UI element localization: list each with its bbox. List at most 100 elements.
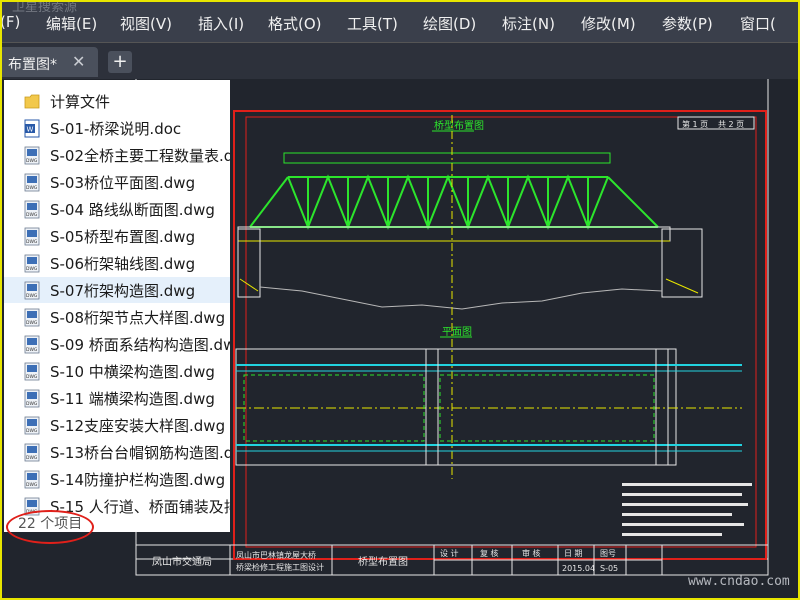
document-tab-bar: 布置图* ✕ + bbox=[2, 43, 798, 79]
file-name: S-01-桥梁说明.doc bbox=[50, 120, 182, 138]
titleblock-header-design: 设 计 bbox=[440, 548, 459, 558]
file-name: S-12支座安装大样图.dwg bbox=[50, 417, 226, 435]
menu-window[interactable]: 窗口( bbox=[740, 13, 776, 34]
svg-text:DWG: DWG bbox=[26, 293, 38, 299]
titleblock-number: S-05 bbox=[600, 564, 618, 573]
svg-text:DWG: DWG bbox=[26, 482, 38, 488]
plan-view bbox=[235, 348, 742, 466]
file-list-item[interactable]: DWG S-07桁架构造图.dwg bbox=[4, 277, 230, 303]
svg-text:DWG: DWG bbox=[26, 239, 38, 245]
file-list-item[interactable]: DWG S-12支座安装大样图.dwg bbox=[4, 412, 230, 438]
svg-text:DWG: DWG bbox=[26, 428, 38, 434]
folder-icon bbox=[24, 92, 40, 111]
file-name: S-06桁架轴线图.dwg bbox=[50, 255, 196, 273]
file-name: 计算文件 bbox=[50, 93, 111, 111]
deck bbox=[237, 226, 671, 242]
file-list-item[interactable]: DWG S-14防撞护栏构造图.dwg bbox=[4, 466, 230, 492]
file-name: S-09 桥面系结构构造图.dwg bbox=[50, 336, 230, 354]
file-list-panel: 计算文件 W S-01-桥梁说明.doc DWG S-02全桥主要工程数量表.d DWG S… bbox=[4, 80, 230, 532]
file-list-item[interactable]: DWG S-10 中横梁构造图.dwg bbox=[4, 358, 230, 384]
tab-drawing[interactable]: 布置图* ✕ bbox=[2, 47, 98, 77]
ground-line bbox=[259, 286, 663, 310]
close-icon[interactable]: ✕ bbox=[72, 52, 85, 71]
file-list-item[interactable]: DWG S-09 桥面系结构构造图.dwg bbox=[4, 331, 230, 357]
file-name: S-10 中横梁构造图.dwg bbox=[50, 363, 215, 381]
right-abutment bbox=[661, 228, 703, 298]
svg-text:DWG: DWG bbox=[26, 185, 38, 191]
menu-file[interactable]: (F) bbox=[2, 13, 20, 31]
dwg-file-icon: DWG bbox=[24, 200, 40, 219]
file-name: S-02全桥主要工程数量表.d bbox=[50, 147, 230, 165]
red-inner-frame bbox=[245, 116, 757, 548]
dwg-file-icon: DWG bbox=[24, 173, 40, 192]
svg-text:DWG: DWG bbox=[26, 158, 38, 164]
svg-text:DWG: DWG bbox=[26, 401, 38, 407]
file-list-item[interactable]: DWG S-04 路线纵断面图.dwg bbox=[4, 196, 230, 222]
titleblock-owner: 凤山市交通局 bbox=[152, 555, 212, 568]
dwg-file-icon: DWG bbox=[24, 308, 40, 327]
tab-label: 布置图* bbox=[8, 57, 57, 73]
titleblock-drawing-name: 桥型布置图 bbox=[358, 555, 408, 568]
svg-text:DWG: DWG bbox=[26, 455, 38, 461]
new-tab-button[interactable]: + bbox=[108, 51, 132, 73]
menu-format[interactable]: 格式(O) bbox=[268, 13, 322, 34]
menu-insert[interactable]: 插入(I) bbox=[198, 13, 244, 34]
svg-text:DWG: DWG bbox=[26, 266, 38, 272]
page-total: 共 2 页 bbox=[718, 120, 744, 129]
file-name: S-03桥位平面图.dwg bbox=[50, 174, 196, 192]
page-number: 第 1 页 bbox=[682, 119, 708, 129]
menu-parametric[interactable]: 参数(P) bbox=[662, 13, 713, 34]
screenshot-frame: 卫星搜索源 (F) 编辑(E) 视图(V) 插入(I) 格式(O) 工具(T) … bbox=[0, 0, 800, 600]
svg-text:W: W bbox=[27, 126, 34, 134]
file-list-item[interactable]: DWG S-13桥台台帽钢筋构造图.d bbox=[4, 439, 230, 465]
file-list-item[interactable]: W S-01-桥梁说明.doc bbox=[4, 115, 230, 141]
file-list-item[interactable]: DWG S-08桁架节点大样图.dwg bbox=[4, 304, 230, 330]
file-list-item[interactable]: DWG S-05桥型布置图.dwg bbox=[4, 223, 230, 249]
titleblock-header-review: 审 核 bbox=[522, 548, 541, 558]
dwg-file-icon: DWG bbox=[24, 362, 40, 381]
menu-edit[interactable]: 编辑(E) bbox=[46, 13, 97, 34]
svg-text:DWG: DWG bbox=[26, 374, 38, 380]
svg-text:DWG: DWG bbox=[26, 212, 38, 218]
titleblock-header-number: 图号 bbox=[600, 549, 616, 558]
dwg-file-icon: DWG bbox=[24, 254, 40, 273]
dwg-file-icon: DWG bbox=[24, 146, 40, 165]
menu-dimension[interactable]: 标注(N) bbox=[502, 13, 555, 34]
titleblock-project-line2: 桥梁检修工程施工图设计 bbox=[236, 562, 324, 572]
file-list-item[interactable]: DWG S-11 端横梁构造图.dwg bbox=[4, 385, 230, 411]
file-list-item[interactable]: 计算文件 bbox=[4, 88, 230, 114]
dwg-file-icon: DWG bbox=[24, 470, 40, 489]
menu-draw[interactable]: 绘图(D) bbox=[423, 13, 476, 34]
menu-modify[interactable]: 修改(M) bbox=[581, 13, 636, 34]
dwg-file-icon: DWG bbox=[24, 335, 40, 354]
file-name: S-11 端横梁构造图.dwg bbox=[50, 390, 215, 408]
file-name: S-13桥台台帽钢筋构造图.d bbox=[50, 444, 230, 462]
titleblock-header-check: 复 核 bbox=[480, 548, 499, 558]
notes-block bbox=[622, 483, 752, 536]
file-name: S-08桁架节点大样图.dwg bbox=[50, 309, 226, 327]
dwg-file-icon: DWG bbox=[24, 389, 40, 408]
truss-elevation bbox=[249, 174, 659, 230]
item-count: 22 个项目 bbox=[18, 516, 83, 532]
titleblock-header-date: 日 期 bbox=[564, 549, 583, 558]
file-name: S-04 路线纵断面图.dwg bbox=[50, 201, 215, 219]
menu-tools[interactable]: 工具(T) bbox=[347, 13, 398, 34]
red-frame bbox=[233, 110, 767, 560]
plan-title: 平面图 bbox=[442, 326, 472, 338]
watermark: www.cndao.com bbox=[688, 574, 790, 589]
file-name: S-05桥型布置图.dwg bbox=[50, 228, 196, 246]
file-name: S-14防撞护栏构造图.dwg bbox=[50, 471, 226, 489]
titleblock-date: 2015.04 bbox=[562, 564, 595, 573]
menu-view[interactable]: 视图(V) bbox=[120, 13, 172, 34]
file-name: S-07桁架构造图.dwg bbox=[50, 282, 196, 300]
svg-text:DWG: DWG bbox=[26, 347, 38, 353]
svg-text:DWG: DWG bbox=[26, 320, 38, 326]
dwg-file-icon: DWG bbox=[24, 227, 40, 246]
file-list-item[interactable]: DWG S-02全桥主要工程数量表.d bbox=[4, 142, 230, 168]
file-list-item[interactable]: DWG S-03桥位平面图.dwg bbox=[4, 169, 230, 195]
file-list-item[interactable]: DWG S-06桁架轴线图.dwg bbox=[4, 250, 230, 276]
elevation-title: 桥型布置图 bbox=[434, 119, 484, 132]
dwg-file-icon: DWG bbox=[24, 281, 40, 300]
dwg-file-icon: DWG bbox=[24, 443, 40, 462]
dwg-file-icon: DWG bbox=[24, 416, 40, 435]
